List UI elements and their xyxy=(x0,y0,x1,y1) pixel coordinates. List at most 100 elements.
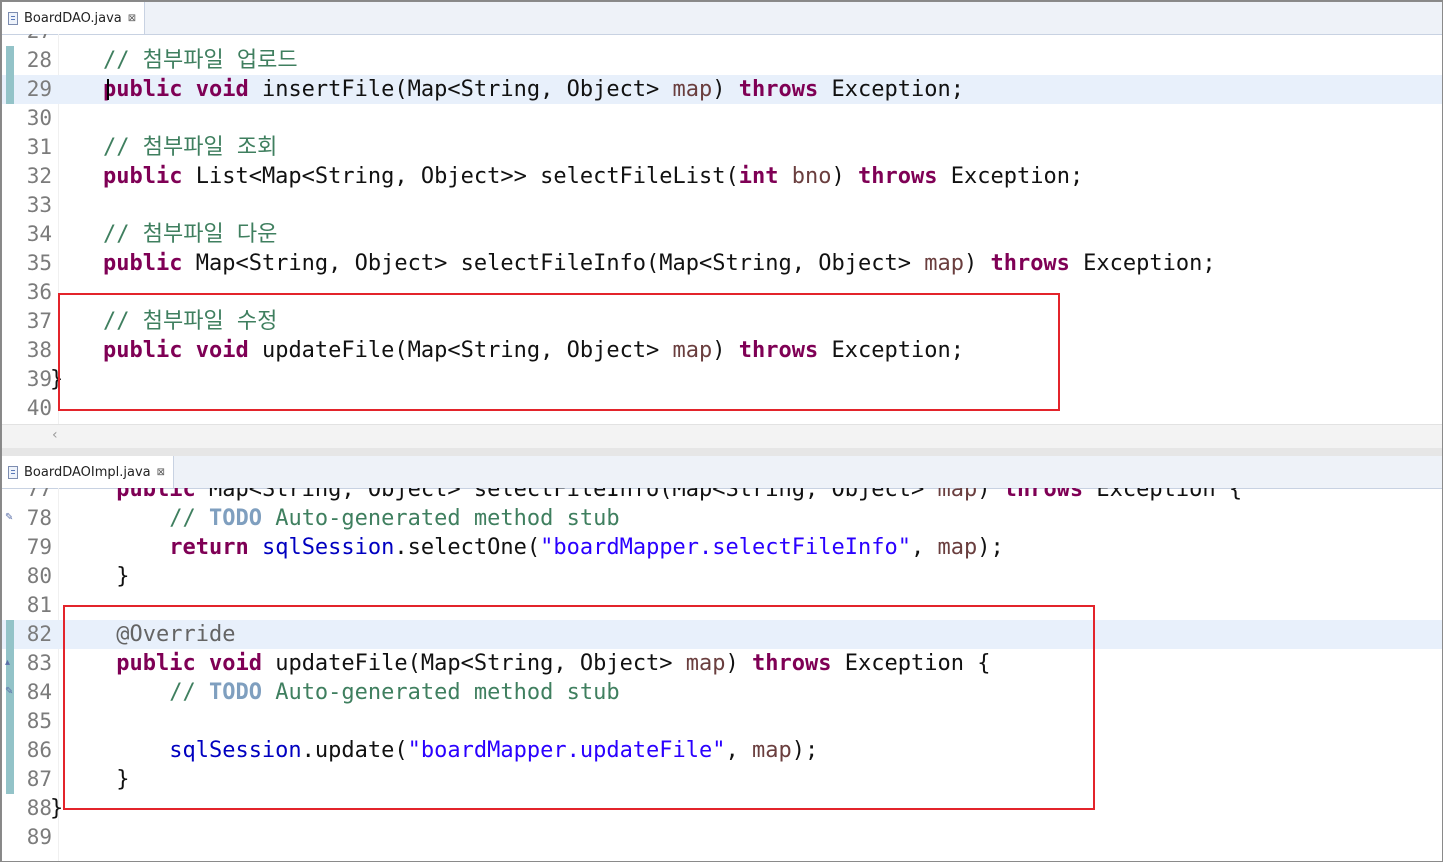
code-token: } xyxy=(50,796,64,821)
code-editor-boarddao[interactable]: 2728 // 첨부파일 업로드29 public void insertFil… xyxy=(2,34,1442,424)
code-line[interactable]: 80 } xyxy=(2,562,1442,591)
code-text: } xyxy=(50,794,63,823)
code-line[interactable]: 33 xyxy=(2,191,1442,220)
code-token: throws xyxy=(1003,488,1084,502)
code-text: // 첨부파일 조회 xyxy=(50,133,277,162)
code-line[interactable]: 39} xyxy=(2,365,1442,394)
close-icon[interactable]: ⊠ xyxy=(128,13,136,24)
code-line[interactable]: 87 } xyxy=(2,765,1442,794)
line-number: 37 xyxy=(26,309,52,333)
code-line[interactable]: ✎ 78 // TODO Auto-generated method stub xyxy=(2,504,1442,533)
code-text: // 첨부파일 수정 xyxy=(50,307,277,336)
editor-pane-boarddaoimpl: BoardDAOImpl.java ⊠ 77 public Map<String… xyxy=(2,456,1442,861)
editor-tab-bar: BoardDAO.java ⊠ xyxy=(2,2,1442,35)
code-line[interactable]: 81 xyxy=(2,591,1442,620)
code-token: // 첨부파일 업로드 xyxy=(102,48,298,73)
code-editor-boarddaoimpl[interactable]: 77 public Map<String, Object> selectFile… xyxy=(2,488,1442,861)
line-number: 30 xyxy=(26,106,52,130)
code-line[interactable]: 28 // 첨부파일 업로드 xyxy=(2,46,1442,75)
line-number: 29 xyxy=(26,77,52,101)
code-line[interactable]: 27 xyxy=(2,34,1442,46)
code-token: Map<String, Object> selectFileInfo(Map<S… xyxy=(182,251,925,276)
code-line[interactable]: 38 public void updateFile(Map<String, Ob… xyxy=(2,336,1442,365)
code-token: void xyxy=(195,77,249,102)
code-token: map xyxy=(672,338,713,363)
java-file-icon xyxy=(8,11,18,25)
code-text: public void insertFile(Map<String, Objec… xyxy=(50,75,964,104)
code-token: Exception { xyxy=(831,651,991,676)
code-token: "boardMapper.selectFileInfo" xyxy=(540,535,911,560)
code-line[interactable]: 31 // 첨부파일 조회 xyxy=(2,133,1442,162)
code-line[interactable]: 36 xyxy=(2,278,1442,307)
code-token: updateFile(Map<String, Object> xyxy=(261,651,686,676)
code-line[interactable]: 37 // 첨부파일 수정 xyxy=(2,307,1442,336)
code-text: public List<Map<String, Object>> selectF… xyxy=(50,162,1083,191)
code-token: return xyxy=(169,535,249,560)
code-line[interactable]: 32 public List<Map<String, Object>> sele… xyxy=(2,162,1442,191)
code-line[interactable]: 40 xyxy=(2,394,1442,423)
code-line[interactable]: ▴ 83 public void updateFile(Map<String, O… xyxy=(2,649,1442,678)
code-text: return sqlSession.selectOne("boardMapper… xyxy=(50,533,1004,562)
code-line[interactable]: 30 xyxy=(2,104,1442,133)
code-line[interactable]: 88} xyxy=(2,794,1442,823)
code-text: // 첨부파일 다운 xyxy=(50,220,277,249)
code-text: sqlSession.update("boardMapper.updateFil… xyxy=(50,736,818,765)
tab-boarddaoimpl-java[interactable]: BoardDAOImpl.java ⊠ xyxy=(2,456,175,488)
line-number: 39 xyxy=(26,367,52,391)
code-line[interactable]: 86 sqlSession.update("boardMapper.update… xyxy=(2,736,1442,765)
code-text: // TODO Auto-generated method stub xyxy=(50,678,619,707)
code-token: ); xyxy=(791,738,819,763)
line-number: 84 xyxy=(26,680,52,704)
line-number: 79 xyxy=(26,535,52,559)
line-number: 36 xyxy=(26,280,52,304)
code-token: ) xyxy=(712,338,739,363)
line-number: 28 xyxy=(26,48,52,72)
code-line[interactable]: 35 public Map<String, Object> selectFile… xyxy=(2,249,1442,278)
code-line[interactable]: 34 // 첨부파일 다운 xyxy=(2,220,1442,249)
line-number: 87 xyxy=(26,767,52,791)
line-number: 35 xyxy=(26,251,52,275)
line-number: 83 xyxy=(26,651,52,675)
code-token: void xyxy=(195,338,249,363)
tab-boarddao-java[interactable]: BoardDAO.java ⊠ xyxy=(2,2,146,34)
scroll-left-icon[interactable]: ‹ xyxy=(52,427,58,443)
line-number: 77 xyxy=(26,488,52,501)
code-token: public xyxy=(102,251,183,276)
code-line[interactable]: 29 public void insertFile(Map<String, Ob… xyxy=(2,75,1442,104)
code-line[interactable]: 79 return sqlSession.selectOne("boardMap… xyxy=(2,533,1442,562)
code-line[interactable]: 85 xyxy=(2,707,1442,736)
line-number: 38 xyxy=(26,338,52,362)
close-icon[interactable]: ⊠ xyxy=(157,467,165,478)
code-token: map xyxy=(937,488,978,502)
code-line[interactable]: 82 @Override xyxy=(2,620,1442,649)
code-token: throws xyxy=(738,338,819,363)
code-line[interactable]: ✎ 84 // TODO Auto-generated method stub xyxy=(2,678,1442,707)
code-token: Exception; xyxy=(818,338,964,363)
editor-split-sash[interactable] xyxy=(2,448,1442,456)
code-line[interactable]: 77 public Map<String, Object> selectFile… xyxy=(2,488,1442,504)
code-token: ) xyxy=(963,251,991,276)
code-line[interactable]: 89 xyxy=(2,823,1442,852)
code-text: public void updateFile(Map<String, Objec… xyxy=(50,649,990,678)
horizontal-scrollbar[interactable]: ‹ xyxy=(2,424,1442,448)
code-token: Exception { xyxy=(1083,488,1243,502)
code-token: updateFile(Map<String, Object> xyxy=(248,338,673,363)
code-token: } xyxy=(50,564,130,589)
code-token: , xyxy=(725,738,753,763)
code-text: // TODO Auto-generated method stub xyxy=(50,504,619,533)
code-token: bno xyxy=(791,164,832,189)
code-token: map xyxy=(672,77,713,102)
code-text: public Map<String, Object> selectFileInf… xyxy=(50,249,1216,278)
code-token: map xyxy=(752,738,792,763)
line-number: 80 xyxy=(26,564,52,588)
